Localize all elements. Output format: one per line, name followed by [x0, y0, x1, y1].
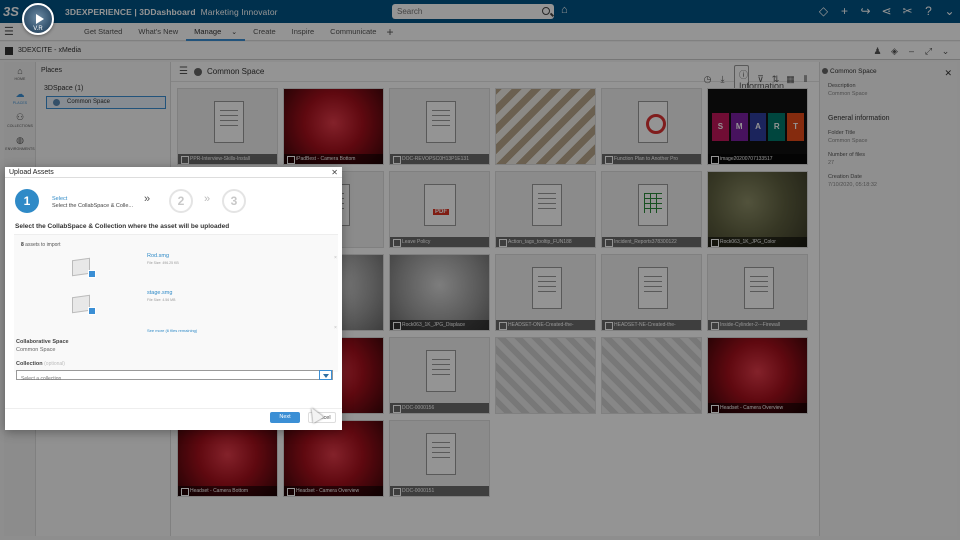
asset-list: 8 assets to import Rod.smg File Size: 49…	[14, 234, 338, 372]
collab-space-label: Collaborative Space	[16, 339, 69, 345]
collection-optional: (optional)	[44, 361, 65, 367]
asset-name: Rod.smg	[147, 253, 170, 259]
asset-thumbnail	[70, 256, 96, 280]
double-chevron-right-icon: »	[204, 193, 211, 205]
remove-asset-icon[interactable]: ×	[334, 255, 337, 261]
step-1-title: Select	[52, 196, 68, 202]
dialog-subtitle: Select the CollabSpace & Collection wher…	[15, 223, 230, 230]
see-more-link[interactable]: See more (6 files remaining)	[147, 328, 197, 333]
chevron-down-icon[interactable]	[319, 370, 332, 380]
stepper: 1 Select Select the CollabSpace & Colle.…	[15, 189, 335, 216]
step-3-circle: 3	[222, 189, 246, 213]
asset-count-text: assets to import	[25, 242, 61, 248]
asset-count: 8 assets to import	[21, 242, 60, 248]
asset-size: File Size: 4.56 MB	[147, 298, 176, 302]
collection-select[interactable]	[16, 370, 333, 383]
asset-size: File Size: 496.25 KB	[147, 261, 179, 265]
asset-count-number: 8	[21, 242, 24, 248]
dialog-header: Upload Assets ✕	[5, 167, 342, 178]
step-2-circle: 2	[169, 189, 193, 213]
asset-name: stage.smg	[147, 290, 173, 296]
step-1-circle: 1	[15, 189, 39, 213]
asset-thumbnail	[70, 293, 96, 317]
next-button[interactable]: Next	[270, 412, 300, 423]
dialog-footer: Next Cancel	[5, 408, 342, 430]
dialog-title: Upload Assets	[9, 169, 54, 176]
collection-label-text: Collection	[16, 361, 43, 367]
step-1-description: Select the CollabSpace & Colle...	[52, 203, 134, 209]
remove-asset-icon[interactable]: ×	[334, 325, 337, 331]
collection-input[interactable]	[17, 375, 317, 383]
collection-label: Collection (optional)	[16, 361, 65, 367]
close-icon[interactable]: ✕	[331, 167, 338, 178]
compass-icon[interactable]: V.R	[22, 3, 54, 35]
collab-space-value: Common Space	[16, 347, 56, 353]
double-chevron-right-icon: »	[144, 193, 151, 205]
upload-assets-dialog: Upload Assets ✕ 1 Select Select the Coll…	[5, 167, 342, 430]
